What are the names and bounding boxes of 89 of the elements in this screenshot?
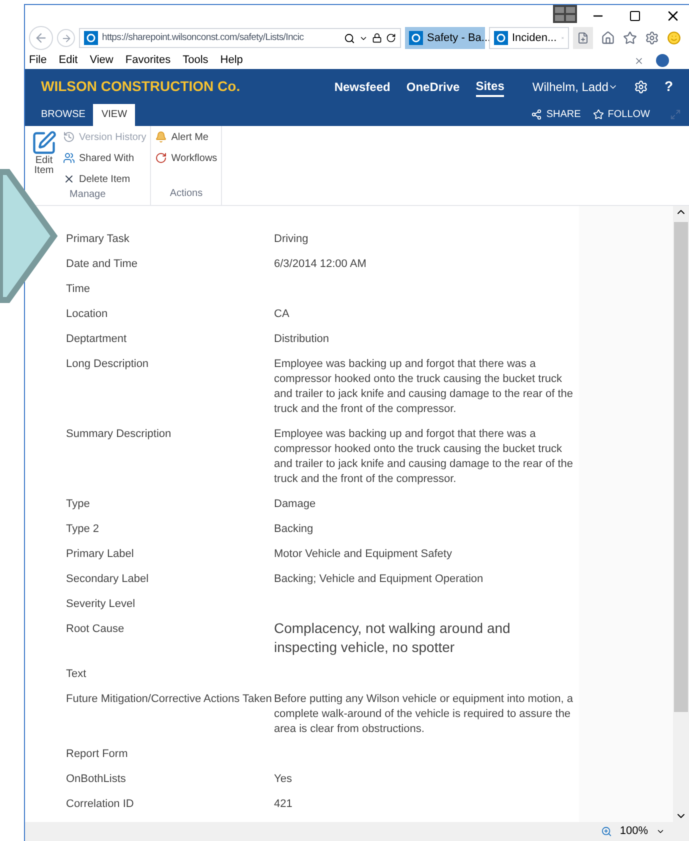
bell-icon (155, 131, 168, 144)
settings-icon[interactable] (645, 31, 659, 46)
zoom-icon (600, 826, 612, 837)
field-value: Damage (274, 496, 317, 512)
back-arrow-icon (34, 31, 48, 46)
site-logo-icon (494, 31, 508, 46)
field-label: Report Form (66, 746, 129, 762)
site-logo-icon (84, 31, 98, 46)
ribbon-button[interactable]: Alert Me (155, 130, 218, 145)
site-logo-icon (409, 31, 423, 46)
edit-item-button[interactable]: Edit Item (29, 130, 59, 187)
field-label: Deptartment (66, 332, 128, 347)
suite-link[interactable]: OneDrive (406, 78, 460, 96)
ribbon-tab[interactable]: VIEW (93, 104, 136, 126)
share-icon (531, 109, 542, 120)
field-label: Primary Task (66, 232, 130, 247)
tab-title: Inciden... (512, 30, 557, 46)
forward-button[interactable] (57, 29, 75, 48)
field-value: Employee was backing up and forgot that there was a compressor hooked onto the truck causing the bucket truck and trailer to jack knife and causing damage to the rear of the truck and the front of the compressor. (274, 356, 574, 417)
group-label: Actions (168, 186, 204, 201)
field-label: Severity Level (66, 596, 136, 612)
field-label: Date and Time (66, 256, 139, 272)
window-thumbnail-icon (553, 5, 577, 23)
back-button[interactable] (29, 26, 53, 50)
menu-item[interactable]: File (29, 52, 47, 69)
field-label: Long Description (66, 356, 150, 372)
user-menu[interactable]: Wilhelm, Ladd (532, 78, 618, 96)
follow-button[interactable]: FOLLOW (592, 107, 650, 122)
field-label: Type (66, 496, 91, 512)
ribbon-button[interactable]: Shared With (63, 150, 146, 166)
toolbar-icon[interactable] (656, 54, 669, 68)
help-link[interactable]: ? (664, 76, 673, 98)
field-label: Type 2 (66, 522, 100, 537)
zoom-level[interactable]: 100% (620, 823, 648, 840)
maximize-icon[interactable] (629, 10, 641, 22)
field-value: 421 (274, 796, 294, 812)
refresh-icon[interactable] (386, 33, 396, 44)
field-value: Backing (274, 522, 314, 537)
field-value: Backing; Vehicle and Equipment Operation (274, 572, 484, 587)
history-icon (63, 131, 75, 144)
menu-item[interactable]: View (90, 52, 114, 69)
ribbon-button[interactable]: Workflows (155, 150, 218, 166)
field-value: Yes (274, 772, 293, 787)
brand-name: WILSON CONSTRUCTION Co. (41, 77, 240, 96)
suite-link[interactable]: Newsfeed (334, 78, 390, 96)
edit-icon (31, 130, 57, 156)
address-bar[interactable]: https://sharepoint.wilsonconst.com/safety/Lists/Incic (79, 28, 401, 48)
field-value: Employee was backing up and forgot that there was a compressor hooked onto the truck causing the bucket truck and trailer to jack knife and causing damage to the rear of the truck and the front of the compressor. (274, 426, 574, 487)
lock-icon (372, 33, 382, 44)
home-icon[interactable] (601, 31, 615, 46)
workflow-icon (155, 152, 168, 164)
field-label: Correlation ID (66, 796, 135, 812)
field-value: CA (274, 306, 290, 322)
field-label: Future Mitigation/Corrective Actions Taken (66, 692, 273, 707)
new-tab-icon (577, 32, 589, 44)
field-value: Before putting any Wilson vehicle or equipment into motion, a complete walk-around of the vehicle is required to assure the area is clear from obstructions. (274, 692, 574, 737)
close-icon (63, 173, 75, 186)
star-icon (592, 109, 604, 120)
field-label: Text (66, 666, 88, 682)
field-label: Root Cause (66, 622, 126, 637)
field-label: Time (66, 282, 92, 297)
menu-item[interactable]: Help (220, 52, 243, 69)
field-label: Secondary Label (66, 572, 150, 587)
field-label: OnBothLists (66, 772, 127, 787)
scrollbar[interactable] (673, 206, 689, 822)
browser-tab[interactable]: Inciden... (489, 27, 569, 50)
ribbon-button[interactable]: Delete Item (63, 172, 146, 187)
menu-item[interactable]: Favorites (125, 52, 171, 69)
menu-item[interactable]: Tools (182, 52, 208, 69)
field-value: Distribution (274, 332, 330, 347)
share-button[interactable]: SHARE (531, 107, 581, 122)
field-value: Motor Vehicle and Equipment Safety (274, 546, 453, 562)
people-icon (63, 152, 75, 164)
field-value: Driving (274, 232, 310, 247)
url-text: https://sharepoint.wilsonconst.com/safety/Lists/Incic (102, 30, 305, 45)
field-value: Complacency, not walking around and inspecting vehicle, no spotter (274, 618, 512, 657)
group-label: Manage (68, 188, 107, 202)
forward-arrow-icon (60, 32, 72, 44)
ribbon-tab[interactable]: BROWSE (33, 104, 94, 126)
scroll-thumb[interactable] (674, 222, 688, 712)
suite-link[interactable]: Sites (476, 76, 504, 97)
menu-item[interactable]: Edit (58, 52, 78, 69)
field-label: Primary Label (66, 546, 135, 562)
field-label: Location (66, 306, 109, 322)
new-tab-button[interactable] (573, 27, 593, 50)
field-value: 6/3/2014 12:00 AM (274, 256, 368, 272)
search-icon[interactable] (344, 32, 355, 44)
star-icon[interactable] (623, 31, 637, 46)
field-label: Summary Description (66, 426, 172, 442)
